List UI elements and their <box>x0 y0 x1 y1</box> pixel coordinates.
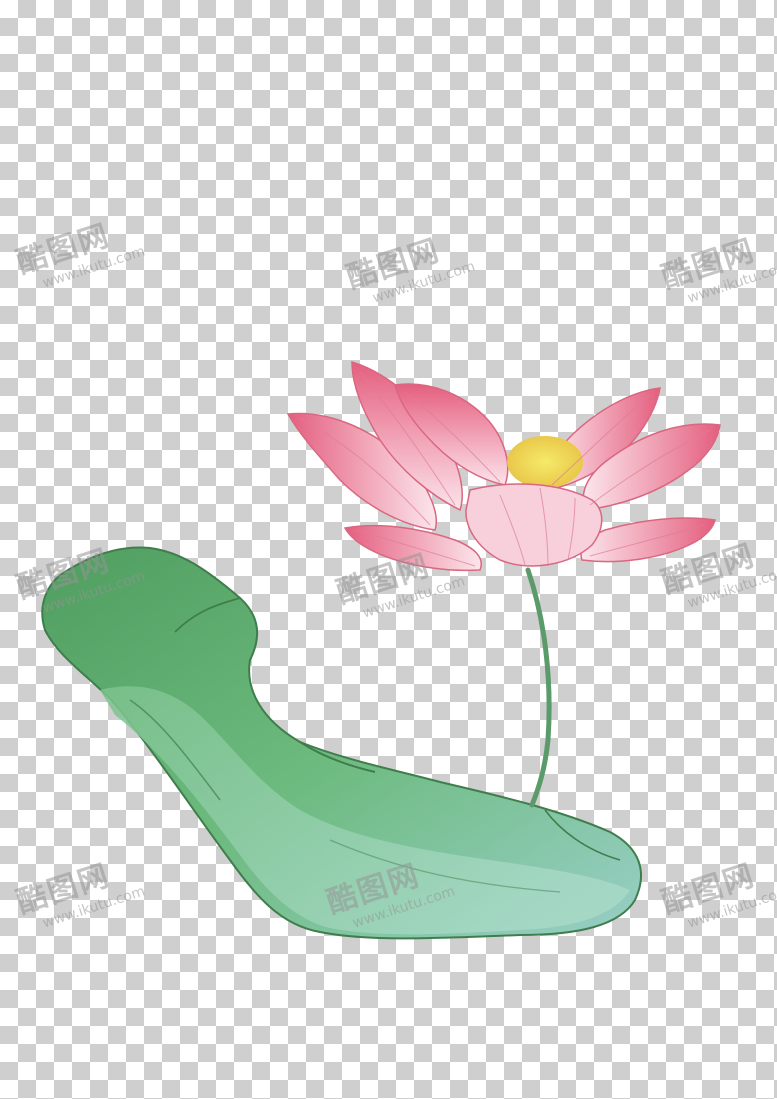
lotus-leaf <box>41 546 643 940</box>
lotus-seedpod <box>507 436 583 488</box>
lotus-flower <box>286 360 721 572</box>
lotus-illustration <box>41 360 721 940</box>
lotus-stem <box>525 567 552 808</box>
image-canvas: 酷图网 www.ikutu.com 酷图网 www.ikutu.com 酷图网 … <box>0 0 777 1099</box>
